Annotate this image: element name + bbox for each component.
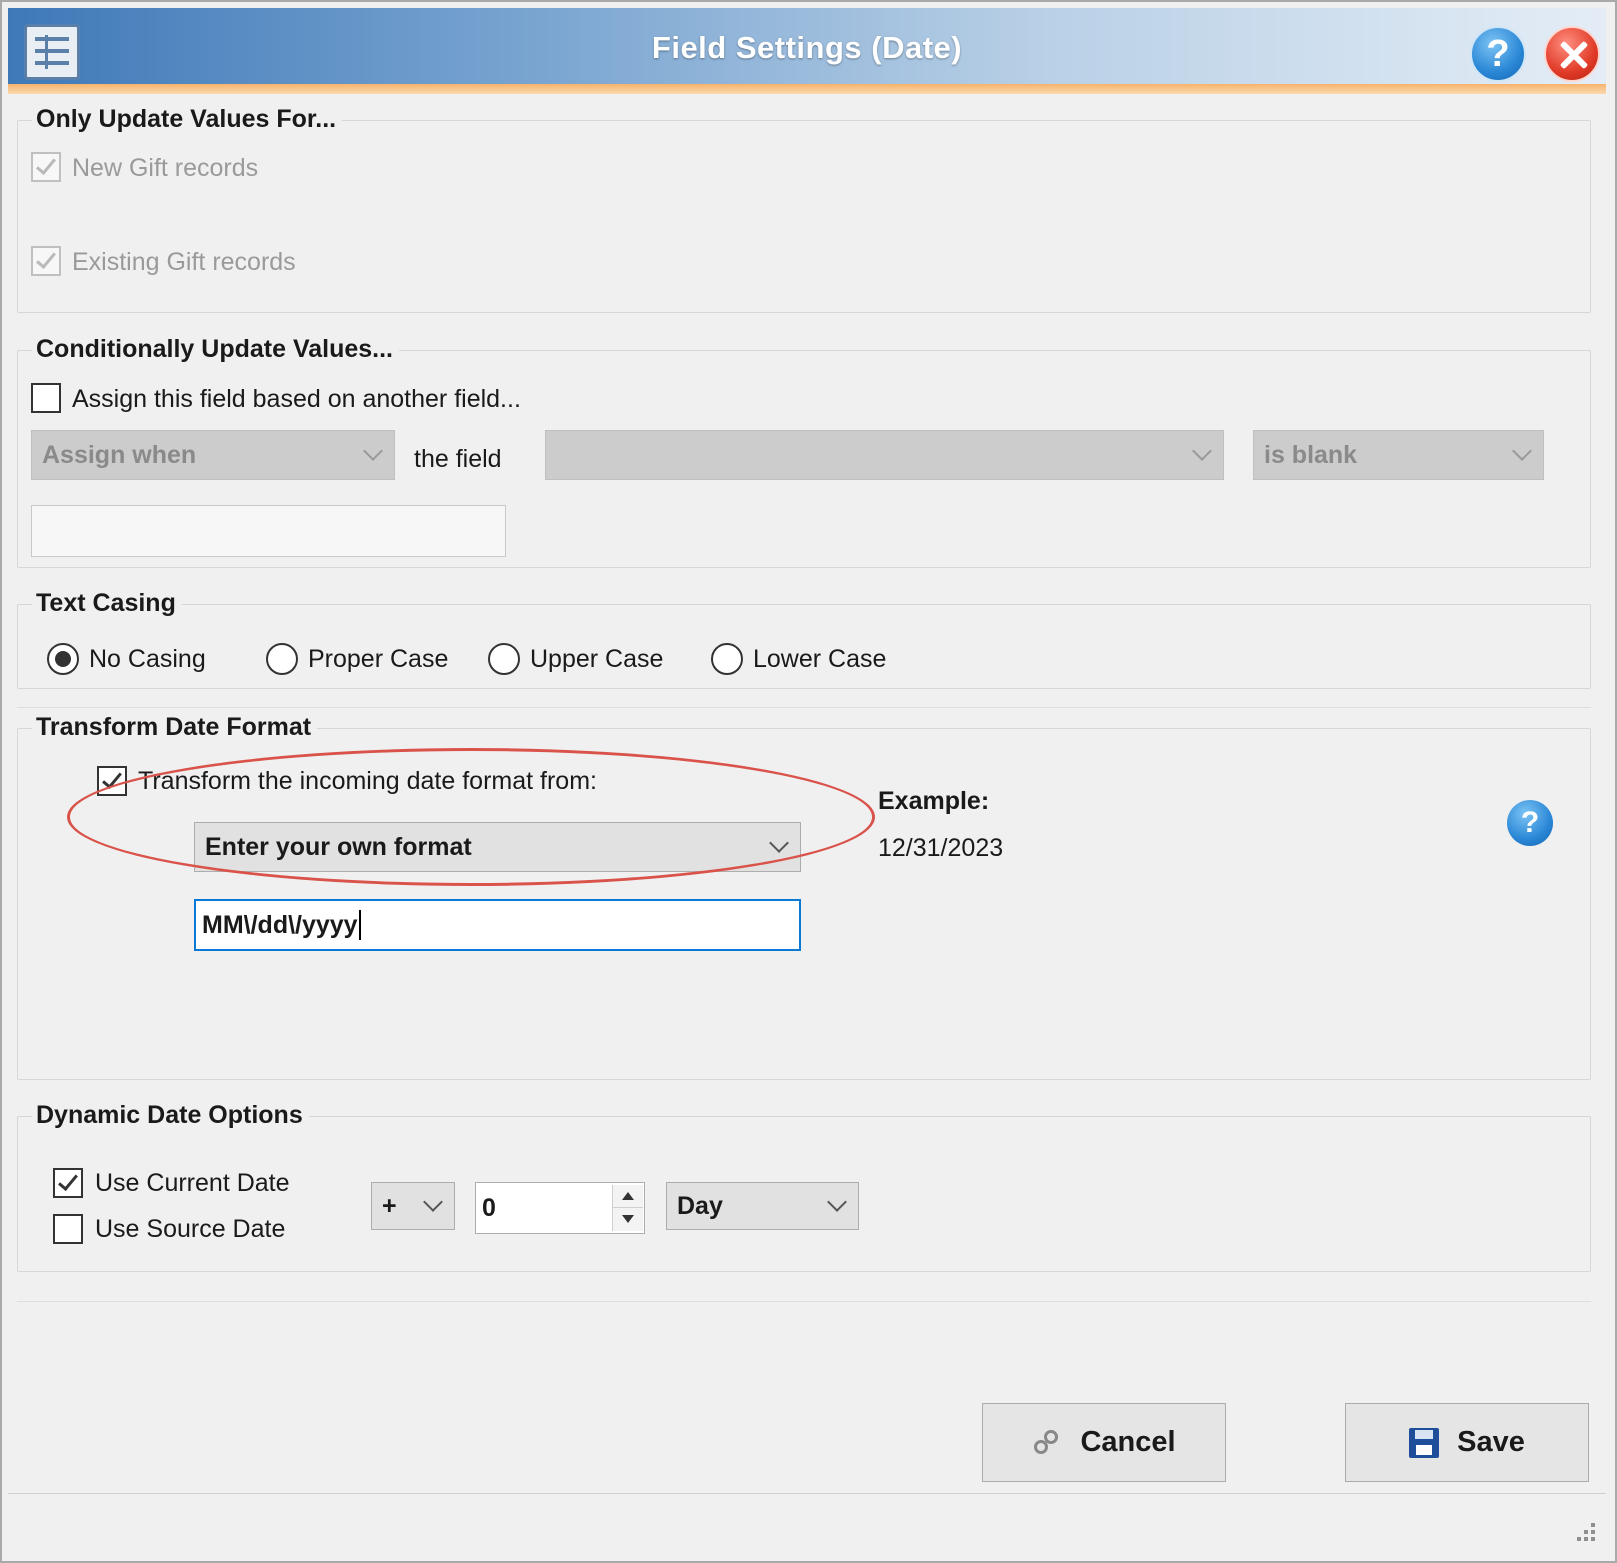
assign-based-label: Assign this field based on another field… bbox=[72, 385, 521, 413]
new-records-checkbox[interactable] bbox=[31, 152, 61, 182]
condition-value-input[interactable] bbox=[31, 505, 506, 557]
save-disk-icon bbox=[1409, 1427, 1440, 1458]
existing-records-checkbox[interactable] bbox=[31, 246, 61, 276]
unit-value: Day bbox=[677, 1191, 723, 1220]
cancel-button[interactable]: Cancel bbox=[982, 1403, 1226, 1482]
the-field-label: the field bbox=[414, 445, 502, 473]
help-icon[interactable]: ? bbox=[1507, 800, 1553, 846]
conditional-title: Conditionally Update Values... bbox=[32, 335, 400, 364]
stepper-buttons bbox=[612, 1185, 643, 1231]
transform-checkbox[interactable] bbox=[97, 766, 127, 796]
text-casing-title: Text Casing bbox=[32, 589, 182, 618]
cancel-button-label: Cancel bbox=[1080, 1426, 1176, 1458]
date-format-dropdown-value: Enter your own format bbox=[205, 832, 472, 861]
amount-value: 0 bbox=[482, 1193, 496, 1222]
use-source-date-label: Use Source Date bbox=[95, 1215, 286, 1243]
radio-lower-case[interactable] bbox=[711, 643, 743, 675]
save-button-label: Save bbox=[1457, 1426, 1525, 1458]
date-format-dropdown[interactable]: Enter your own format bbox=[194, 822, 801, 872]
save-button[interactable]: Save bbox=[1345, 1403, 1589, 1482]
stepper-down-icon[interactable] bbox=[613, 1208, 643, 1231]
radio-proper-case[interactable] bbox=[266, 643, 298, 675]
new-records-label: New Gift records bbox=[72, 154, 259, 182]
transform-checkbox-label: Transform the incoming date format from: bbox=[138, 767, 597, 795]
close-icon[interactable] bbox=[1544, 26, 1600, 82]
unit-dropdown[interactable]: Day bbox=[666, 1182, 859, 1230]
custom-format-value: MM\/dd\/yyyy bbox=[202, 910, 358, 939]
radio-upper-case[interactable] bbox=[488, 643, 520, 675]
title-accent-bar bbox=[8, 84, 1606, 94]
only-update-title: Only Update Values For... bbox=[32, 105, 343, 134]
operator-dropdown[interactable]: is blank bbox=[1253, 430, 1544, 480]
footer-separator bbox=[8, 1493, 1606, 1494]
radio-proper-case-label: Proper Case bbox=[308, 645, 449, 673]
radio-lower-case-label: Lower Case bbox=[753, 645, 887, 673]
stepper-up-icon[interactable] bbox=[613, 1185, 643, 1208]
sign-value: + bbox=[382, 1191, 397, 1220]
separator bbox=[17, 1301, 1591, 1302]
chevron-down-icon bbox=[1512, 441, 1532, 461]
link-icon bbox=[1032, 1428, 1062, 1458]
use-current-date-checkbox[interactable] bbox=[53, 1168, 83, 1198]
dynamic-date-title: Dynamic Date Options bbox=[32, 1101, 309, 1130]
assign-when-value: Assign when bbox=[42, 440, 197, 469]
field-dropdown[interactable] bbox=[545, 430, 1224, 480]
chevron-down-icon bbox=[1192, 441, 1212, 461]
radio-no-casing-label: No Casing bbox=[89, 645, 206, 673]
example-label: Example: bbox=[878, 787, 990, 815]
chevron-down-icon bbox=[827, 1192, 847, 1212]
separator bbox=[17, 707, 1591, 708]
dialog-title: Field Settings (Date) bbox=[651, 30, 963, 65]
assign-based-checkbox[interactable] bbox=[31, 383, 61, 413]
custom-format-input[interactable]: MM\/dd\/yyyy bbox=[194, 899, 801, 951]
chevron-down-icon bbox=[423, 1192, 443, 1212]
title-bar[interactable]: Field Settings (Date) ? bbox=[8, 8, 1606, 84]
radio-no-casing[interactable] bbox=[47, 643, 79, 675]
resize-grip-icon[interactable] bbox=[1571, 1517, 1595, 1541]
existing-records-label: Existing Gift records bbox=[72, 248, 296, 276]
assign-when-dropdown[interactable]: Assign when bbox=[31, 430, 395, 480]
example-value: 12/31/2023 bbox=[878, 834, 1004, 862]
radio-upper-case-label: Upper Case bbox=[530, 645, 664, 673]
amount-stepper[interactable]: 0 bbox=[475, 1182, 645, 1234]
sign-dropdown[interactable]: + bbox=[371, 1182, 455, 1230]
use-source-date-checkbox[interactable] bbox=[53, 1214, 83, 1244]
only-update-group bbox=[17, 120, 1591, 313]
text-caret bbox=[358, 910, 361, 940]
chevron-down-icon bbox=[363, 441, 383, 461]
operator-value: is blank bbox=[1264, 440, 1358, 469]
use-current-date-label: Use Current Date bbox=[95, 1169, 290, 1197]
field-settings-dialog: Field Settings (Date) ? Only Update Valu… bbox=[0, 0, 1617, 1563]
transform-date-title: Transform Date Format bbox=[32, 713, 318, 742]
help-icon[interactable]: ? bbox=[1470, 26, 1526, 82]
chevron-down-icon bbox=[769, 833, 789, 853]
